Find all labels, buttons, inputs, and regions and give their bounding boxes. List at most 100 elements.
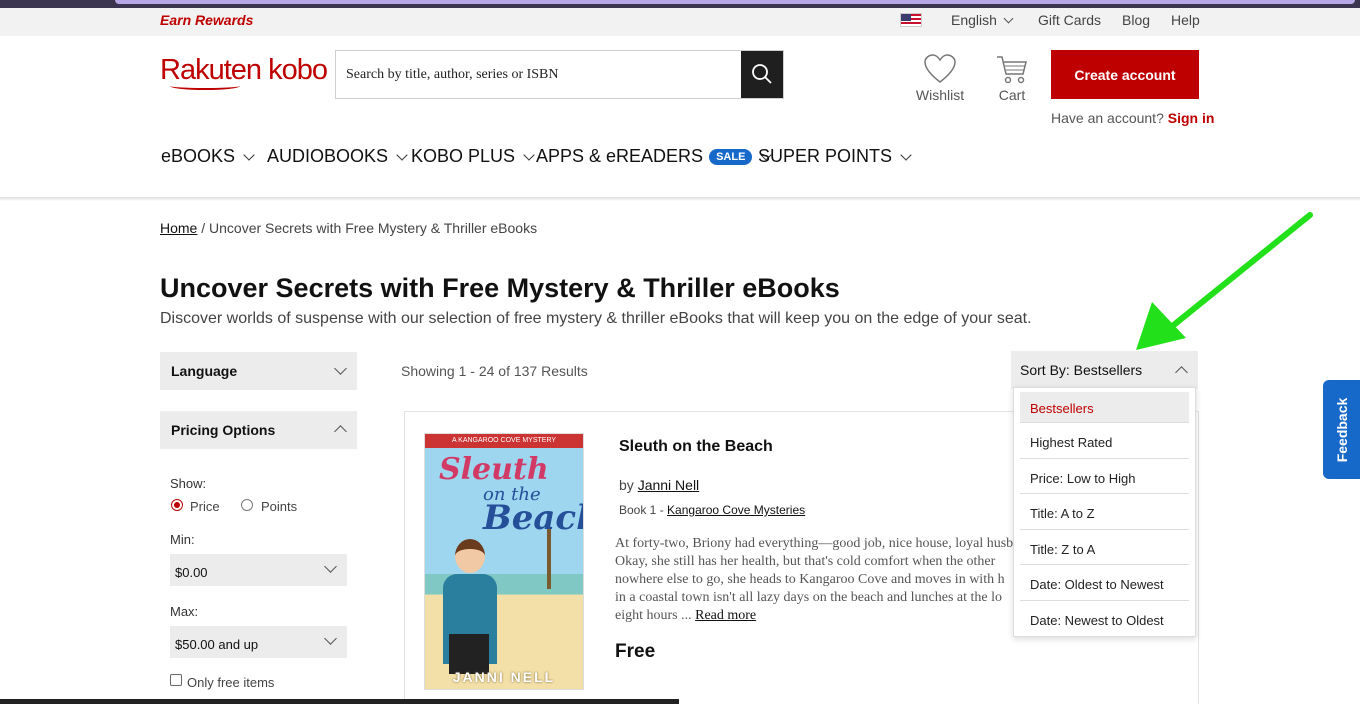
book-cover[interactable]: A KANGAROO COVE MYSTERY Sleuth on the Be… [424, 433, 584, 690]
nav-kobo-plus[interactable]: KOBO PLUS [411, 146, 535, 167]
feedback-label: Feedback [1333, 397, 1350, 462]
synopsis-line: in a coastal town isn't all lazy days on… [615, 590, 1003, 605]
cover-author: JANNI NELL [452, 669, 556, 685]
points-radio[interactable] [241, 499, 253, 511]
cart-label: Cart [998, 87, 1026, 103]
breadcrumb-current: Uncover Secrets with Free Mystery & Thri… [209, 220, 538, 236]
green-arrow-annotation [1136, 212, 1313, 350]
nav-super-points-label: SUPER POINTS [758, 146, 893, 166]
synopsis-line: Okay, she still has her health, but that… [615, 554, 996, 569]
book-title-link[interactable]: Sleuth on the Beach [619, 438, 773, 456]
create-account-button[interactable]: Create account [1051, 50, 1199, 99]
browser-top-strip [0, 0, 1360, 8]
nav-apps-ereaders[interactable]: APPS & eREADERS SALE [536, 146, 773, 167]
language-label: English [951, 12, 997, 28]
by-label: by [619, 477, 634, 493]
wishlist-button[interactable]: Wishlist [915, 54, 965, 103]
max-price-value: $50.00 and up [175, 637, 259, 652]
max-label: Max: [170, 604, 199, 619]
chevron-down-icon [334, 362, 347, 375]
nav-audiobooks[interactable]: AUDIOBOOKS [267, 146, 408, 167]
sort-option-highest-rated[interactable]: Highest Rated [1020, 423, 1189, 459]
wishlist-label: Wishlist [915, 87, 965, 103]
page-subtitle: Discover worlds of suspense with our sel… [160, 310, 1032, 327]
results-count: Showing 1 - 24 of 137 Results [401, 363, 588, 379]
synopsis-line: At forty-two, Briony had everything—good… [615, 536, 1014, 551]
max-price-select[interactable]: $50.00 and up [170, 626, 347, 658]
sort-menu: Bestsellers Highest Rated Price: Low to … [1013, 387, 1196, 637]
nav-kobo-plus-label: KOBO PLUS [411, 146, 516, 166]
breadcrumb-home[interactable]: Home [160, 220, 197, 236]
sort-option-title-a-z[interactable]: Title: A to Z [1020, 494, 1189, 530]
cart-button[interactable]: Cart [993, 54, 1031, 103]
search-bar [335, 50, 784, 99]
chevron-down-icon [1003, 13, 1014, 24]
sale-badge: SALE [709, 149, 753, 165]
heart-icon [924, 54, 956, 83]
read-more-link[interactable]: Read more [695, 608, 756, 623]
book-price: Free [615, 641, 656, 662]
cover-palm-illustration [547, 529, 573, 589]
sort-option-date-newest[interactable]: Date: Newest to Oldest [1020, 601, 1189, 637]
blog-link[interactable]: Blog [1122, 12, 1150, 28]
search-input[interactable] [336, 51, 741, 98]
min-price-select[interactable]: $0.00 [170, 554, 347, 586]
cart-icon [997, 56, 1027, 84]
chevron-down-icon [243, 149, 255, 161]
chevron-down-icon [324, 632, 337, 645]
feedback-tab[interactable]: Feedback [1323, 380, 1360, 479]
series-link[interactable]: Kangaroo Cove Mysteries [667, 503, 805, 517]
have-account-text: Have an account? [1051, 110, 1164, 126]
chevron-down-icon [324, 560, 337, 573]
book-author-line: by Janni Nell [619, 477, 699, 493]
sort-option-title-z-a[interactable]: Title: Z to A [1020, 530, 1189, 565]
book-series-line: Book 1 - Kangaroo Cove Mysteries [619, 503, 805, 517]
us-flag-icon [900, 13, 922, 27]
nav-audiobooks-label: AUDIOBOOKS [267, 146, 389, 166]
nav-ebooks[interactable]: eBOOKS [161, 146, 255, 167]
sort-option-bestsellers[interactable]: Bestsellers [1020, 392, 1189, 423]
price-radio[interactable] [171, 499, 183, 511]
help-link[interactable]: Help [1171, 12, 1200, 28]
browser-tab-pill [115, 0, 1355, 4]
nav-super-points[interactable]: SUPER POINTS [758, 146, 912, 167]
only-free-label: Only free items [187, 675, 275, 690]
chevron-down-icon [396, 149, 408, 161]
header-divider [0, 197, 1360, 201]
search-button[interactable] [741, 51, 783, 98]
sort-option-price-low-high[interactable]: Price: Low to High [1020, 459, 1189, 494]
gift-cards-link[interactable]: Gift Cards [1038, 12, 1101, 28]
logo-swoosh [170, 82, 240, 90]
breadcrumb-separator: / [201, 220, 210, 236]
chevron-down-icon [900, 149, 912, 161]
cover-title-word1: Sleuth [439, 452, 549, 487]
page-title: Uncover Secrets with Free Mystery & Thri… [160, 273, 840, 303]
sort-option-date-oldest[interactable]: Date: Oldest to Newest [1020, 565, 1189, 601]
chevron-down-icon [523, 149, 535, 161]
sign-in-prompt: Have an account? Sign in [1051, 110, 1214, 126]
points-radio-label: Points [261, 499, 298, 514]
breadcrumb: Home / Uncover Secrets with Free Mystery… [160, 220, 537, 236]
earn-rewards-link[interactable]: Earn Rewards [160, 12, 253, 28]
pricing-options-facet[interactable]: Pricing Options [160, 411, 357, 449]
author-link[interactable]: Janni Nell [638, 477, 699, 493]
synopsis-line: nowhere else to go, she heads to Kangaro… [615, 572, 1005, 587]
chevron-up-icon [334, 425, 347, 438]
nav-apps-ereaders-label: APPS & eREADERS [536, 146, 704, 166]
nav-ebooks-label: eBOOKS [161, 146, 236, 166]
language-facet-label: Language [171, 363, 238, 379]
synopsis-line-last: eight hours ... Read more [615, 607, 1015, 625]
only-free-checkbox[interactable] [170, 674, 182, 686]
language-selector[interactable]: English [951, 12, 1014, 28]
synopsis-line: eight hours ... [615, 608, 692, 623]
sort-label: Sort By: Bestsellers [1020, 362, 1143, 378]
pricing-options-label: Pricing Options [171, 422, 276, 438]
cover-series-banner: A KANGAROO COVE MYSTERY [425, 434, 583, 448]
price-radio-label: Price [190, 499, 220, 514]
cover-figure-skirt [449, 634, 489, 674]
language-facet[interactable]: Language [160, 352, 357, 390]
sign-in-link[interactable]: Sign in [1168, 110, 1215, 126]
bottom-overlay-bar [0, 699, 679, 704]
book-synopsis: At forty-two, Briony had everything—good… [615, 535, 1015, 629]
min-price-value: $0.00 [175, 565, 208, 580]
